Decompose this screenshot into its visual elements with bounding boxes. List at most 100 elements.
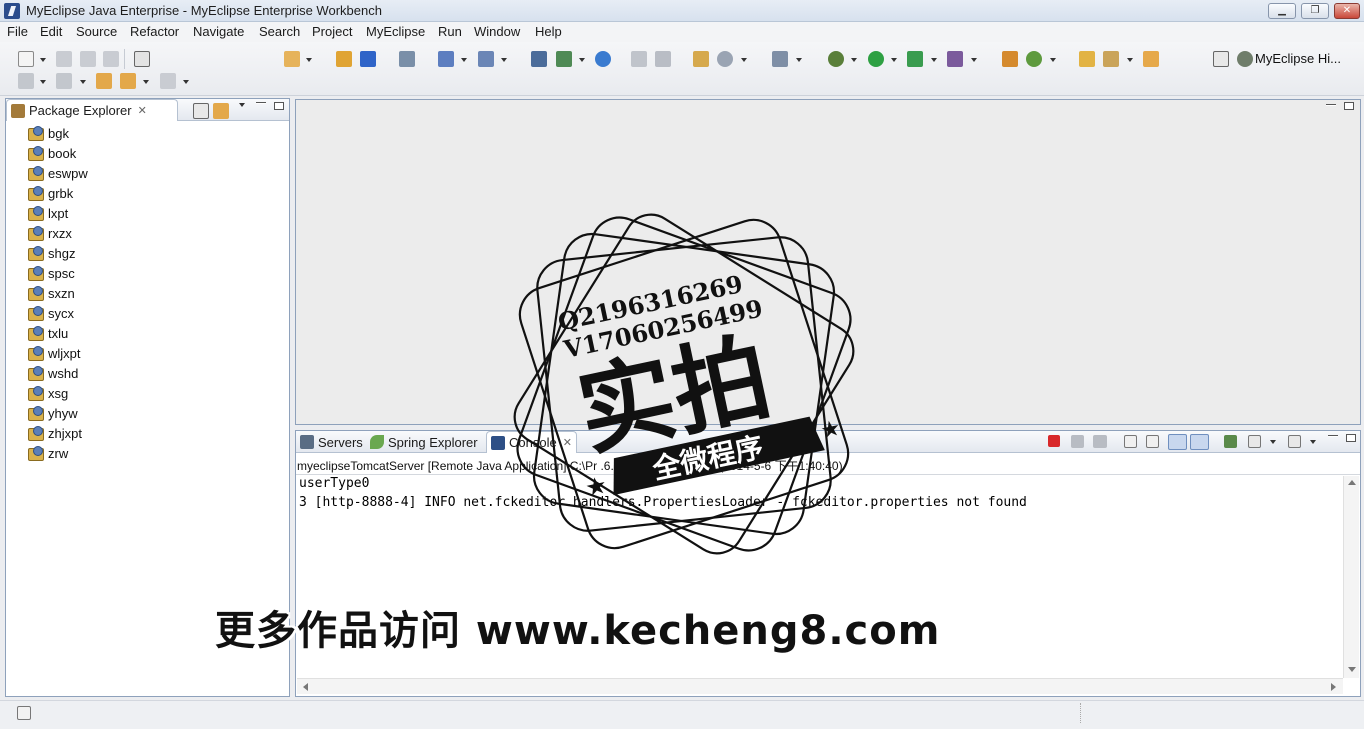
server-dropdown-icon[interactable]: [306, 58, 312, 62]
globe-icon[interactable]: [717, 51, 733, 67]
fast-view-icon[interactable]: [17, 706, 31, 720]
tree-item-lxpt[interactable]: lxpt: [28, 204, 68, 222]
tree-item-spsc[interactable]: spsc: [28, 264, 75, 282]
tree-item-bgk[interactable]: bgk: [28, 124, 69, 142]
minimize-editor-icon[interactable]: [1326, 104, 1336, 106]
pen-icon[interactable]: [631, 51, 647, 67]
remove-launch-icon[interactable]: [1071, 435, 1084, 448]
search-icon[interactable]: [478, 51, 494, 67]
tree-item-txlu[interactable]: txlu: [28, 324, 68, 342]
forward-icon[interactable]: [160, 73, 176, 89]
tree-item-wshd[interactable]: wshd: [28, 364, 78, 382]
new-icon[interactable]: [18, 51, 34, 67]
camera-icon[interactable]: [772, 51, 788, 67]
tab-spring-explorer[interactable]: Spring Explorer: [366, 431, 482, 453]
camera-dropdown-icon[interactable]: [796, 58, 802, 62]
open-folder-icon[interactable]: [1079, 51, 1095, 67]
menu-myeclipse[interactable]: MyEclipse: [366, 24, 425, 39]
tree-item-wljxpt[interactable]: wljxpt: [28, 344, 81, 362]
view-menu-icon[interactable]: [239, 103, 245, 107]
remove-all-launches-icon[interactable]: [1093, 435, 1107, 448]
close-icon[interactable]: ✕: [138, 104, 147, 117]
scroll-left-icon[interactable]: [303, 683, 308, 691]
tool-icon[interactable]: [1103, 51, 1119, 67]
refresh-icon[interactable]: [1026, 51, 1042, 67]
open-type-icon[interactable]: [336, 51, 352, 67]
maximize-editor-icon[interactable]: [1344, 102, 1354, 110]
last-edit-icon[interactable]: [96, 73, 112, 89]
save-all-icon[interactable]: [80, 51, 96, 67]
run-on-server-icon[interactable]: [531, 51, 547, 67]
minimize-view-icon[interactable]: [256, 102, 266, 104]
menu-project[interactable]: Project: [312, 24, 352, 39]
profile-dropdown-icon[interactable]: [971, 58, 977, 62]
tree-item-xsg[interactable]: xsg: [28, 384, 68, 402]
open-console-dropdown-icon[interactable]: [1310, 440, 1316, 444]
scroll-up-icon[interactable]: [1348, 480, 1356, 485]
menu-help[interactable]: Help: [535, 24, 562, 39]
display-selected-console-icon[interactable]: [1248, 435, 1261, 448]
maximize-view-icon[interactable]: [274, 102, 284, 110]
open-task-icon[interactable]: [438, 51, 454, 67]
maximize-button[interactable]: ❐: [1301, 3, 1329, 19]
next-annotation-dropdown-icon[interactable]: [80, 80, 86, 84]
new-dropdown-icon[interactable]: [40, 58, 46, 62]
menu-edit[interactable]: Edit: [40, 24, 62, 39]
tab-package-explorer[interactable]: Package Explorer ✕: [6, 99, 178, 121]
close-button[interactable]: ✕: [1334, 3, 1360, 19]
deploy-icon[interactable]: [360, 51, 376, 67]
link-with-editor-icon[interactable]: [213, 103, 229, 119]
console-horizontal-scrollbar[interactable]: [297, 678, 1343, 694]
tree-item-zhjxpt[interactable]: zhjxpt: [28, 424, 82, 442]
web-browser-icon[interactable]: [595, 51, 611, 67]
menu-refactor[interactable]: Refactor: [130, 24, 179, 39]
myeclipse-perspective-icon[interactable]: [1237, 51, 1253, 67]
tree-item-rxzx[interactable]: rxzx: [28, 224, 72, 242]
tree-item-shgz[interactable]: shgz: [28, 244, 75, 262]
binary-icon[interactable]: [134, 51, 150, 67]
launch-dropdown-icon[interactable]: [579, 58, 585, 62]
debug-dropdown-icon[interactable]: [851, 58, 857, 62]
annotation-dropdown-icon[interactable]: [40, 80, 46, 84]
tree-item-sxzn[interactable]: sxzn: [28, 284, 75, 302]
menu-search[interactable]: Search: [259, 24, 300, 39]
open-perspective-icon[interactable]: [1213, 51, 1229, 67]
new-server-icon[interactable]: [284, 51, 300, 67]
run-external-icon[interactable]: [907, 51, 923, 67]
new-java-class-icon[interactable]: [1002, 51, 1018, 67]
maximize-view-icon[interactable]: [1346, 434, 1356, 442]
globe-dropdown-icon[interactable]: [741, 58, 747, 62]
save-icon[interactable]: [56, 51, 72, 67]
show-console-on-stderr-icon[interactable]: [1190, 434, 1209, 450]
menu-window[interactable]: Window: [474, 24, 520, 39]
show-console-on-stdout-icon[interactable]: [1168, 434, 1187, 450]
run-icon[interactable]: [868, 51, 884, 67]
tree-item-grbk[interactable]: grbk: [28, 184, 73, 202]
display-console-dropdown-icon[interactable]: [1270, 440, 1276, 444]
debug-icon[interactable]: [828, 51, 844, 67]
next-annotation-icon[interactable]: [56, 73, 72, 89]
run-dropdown-icon[interactable]: [891, 58, 897, 62]
collapse-all-icon[interactable]: [193, 103, 209, 119]
scroll-right-icon[interactable]: [1331, 683, 1336, 691]
task-dropdown-icon[interactable]: [461, 58, 467, 62]
tree-item-sycx[interactable]: sycx: [28, 304, 74, 322]
scroll-down-icon[interactable]: [1348, 667, 1356, 672]
menu-navigate[interactable]: Navigate: [193, 24, 244, 39]
minimize-button[interactable]: ▁: [1268, 3, 1296, 19]
menu-run[interactable]: Run: [438, 24, 462, 39]
scroll-lock-icon[interactable]: [1146, 435, 1159, 448]
tab-servers[interactable]: Servers: [296, 431, 367, 453]
database-icon[interactable]: [399, 51, 415, 67]
terminate-icon[interactable]: [1048, 435, 1060, 447]
open-file-icon[interactable]: [1143, 51, 1159, 67]
minimize-view-icon[interactable]: [1328, 435, 1338, 437]
run-external-dropdown-icon[interactable]: [931, 58, 937, 62]
tree-item-book[interactable]: book: [28, 144, 76, 162]
tree-item-yhyw[interactable]: yhyw: [28, 404, 78, 422]
tool-dropdown-icon[interactable]: [1127, 58, 1133, 62]
annotation-icon[interactable]: [18, 73, 34, 89]
clear-console-icon[interactable]: [1124, 435, 1137, 448]
forward-dropdown-icon[interactable]: [183, 80, 189, 84]
back-icon[interactable]: [120, 73, 136, 89]
